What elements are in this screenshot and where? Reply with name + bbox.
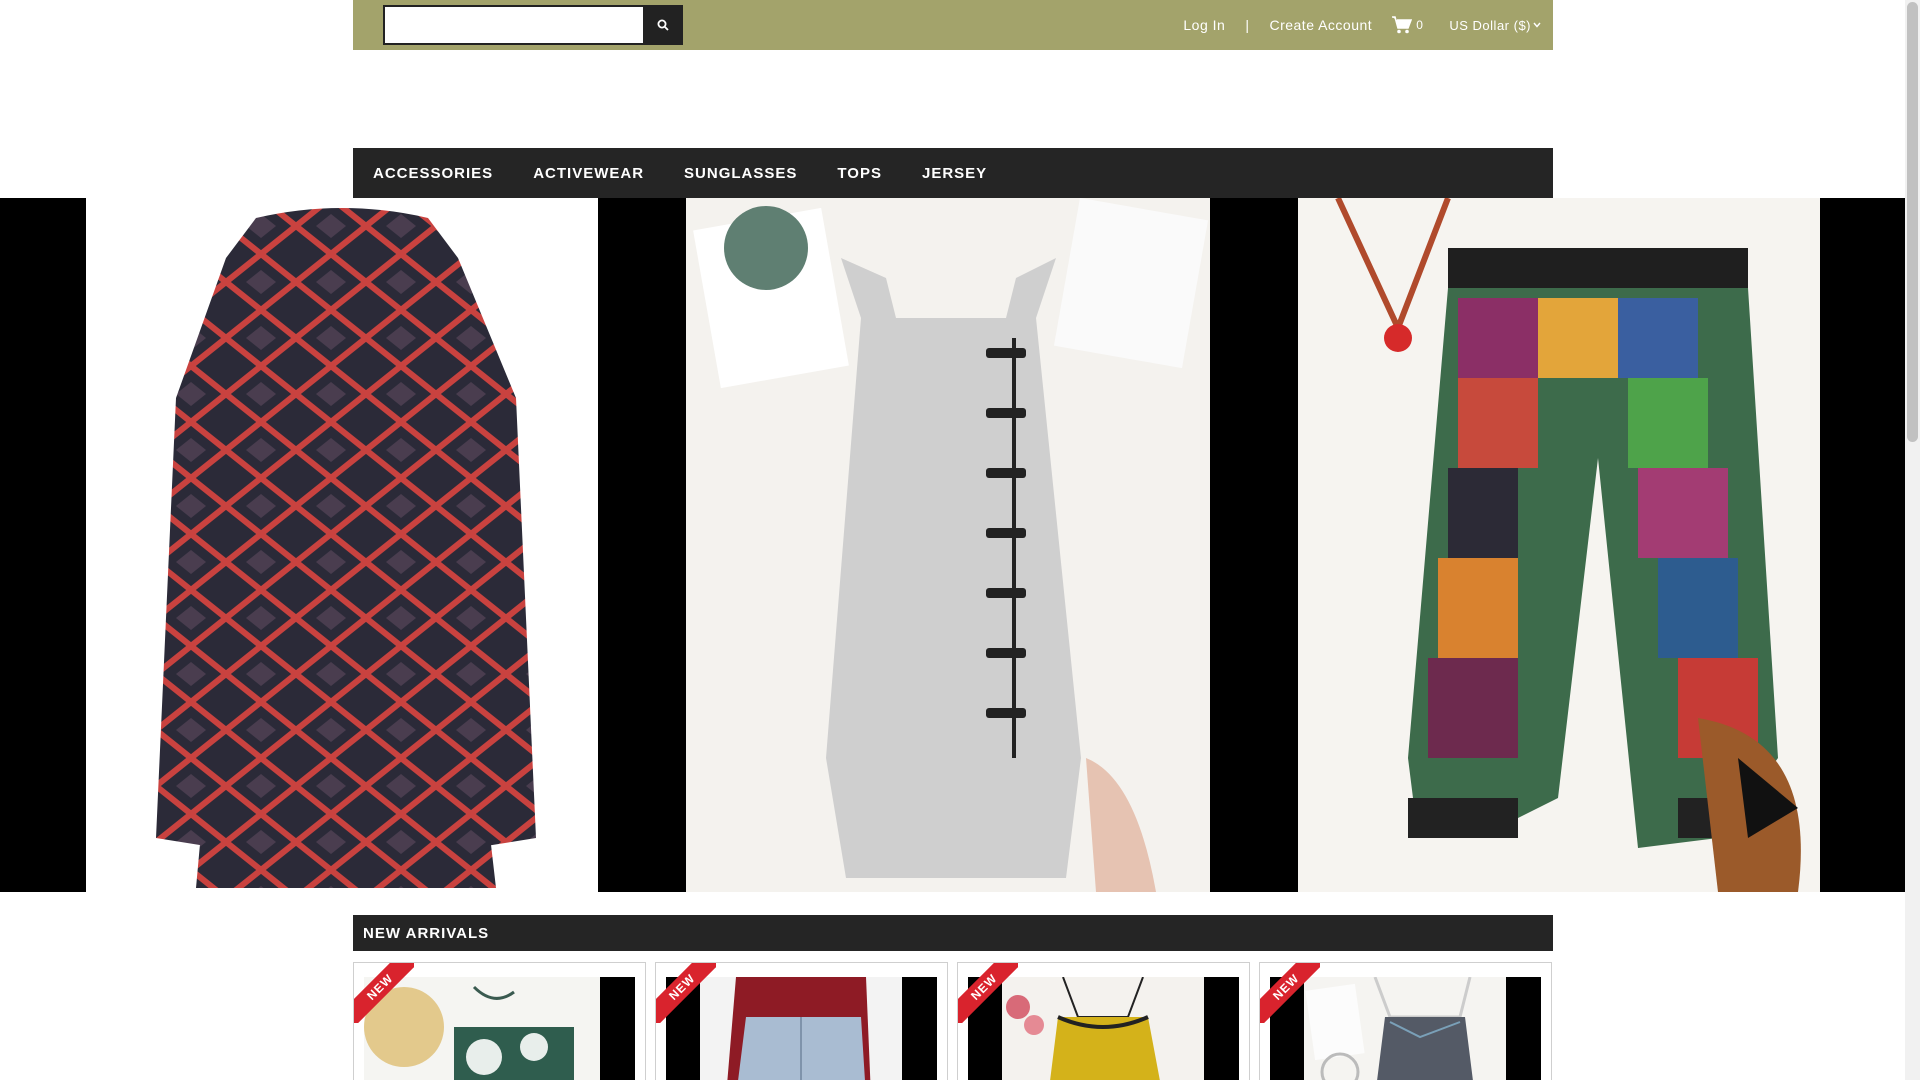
nav-item-activewear[interactable]: ACTIVEWEAR (533, 165, 644, 182)
top-bar: Log In | Create Account 0 US Dollar ($) (353, 0, 1553, 50)
currency-selector[interactable]: US Dollar ($) (1449, 18, 1541, 33)
product-card[interactable]: NEW (655, 962, 948, 1080)
product-card[interactable]: NEW (957, 962, 1250, 1080)
search-input[interactable] (383, 5, 648, 45)
search-icon (657, 19, 669, 31)
product-card[interactable]: NEW (353, 962, 646, 1080)
search-button[interactable] (643, 5, 683, 45)
new-badge: NEW (354, 963, 414, 1023)
new-badge: NEW (958, 963, 1018, 1023)
main-nav: ACCESSORIES ACTIVEWEAR SUNGLASSES TOPS J… (353, 148, 1553, 198)
hero-banner[interactable] (0, 198, 1905, 892)
currency-value: US Dollar ($) (1449, 17, 1531, 33)
scrollbar-thumb[interactable] (1907, 2, 1918, 442)
hero-grey-dress-image[interactable] (686, 198, 1210, 892)
cart-icon (1392, 16, 1413, 34)
hero-patchwork-pants-image[interactable] (1298, 198, 1820, 892)
page-scrollbar[interactable] (1905, 0, 1920, 1080)
product-card[interactable]: NEW (1259, 962, 1552, 1080)
new-arrivals-heading: NEW ARRIVALS (353, 915, 1553, 951)
chevron-down-icon (1533, 22, 1541, 28)
cart-count: 0 (1416, 18, 1424, 32)
create-account-link[interactable]: Create Account (1269, 17, 1372, 33)
link-separator: | (1245, 17, 1250, 33)
account-links: Log In | Create Account 0 US Dollar ($) (1183, 0, 1541, 50)
nav-item-accessories[interactable]: ACCESSORIES (373, 165, 493, 182)
cart-link[interactable]: 0 (1392, 16, 1423, 34)
nav-item-tops[interactable]: TOPS (837, 165, 882, 182)
nav-item-sunglasses[interactable]: SUNGLASSES (684, 165, 797, 182)
new-badge: NEW (1260, 963, 1320, 1023)
login-link[interactable]: Log In (1183, 17, 1225, 33)
product-grid: NEW NEW NEW NEW (353, 962, 1553, 1080)
hero-dress-image[interactable] (86, 198, 598, 892)
new-badge: NEW (656, 963, 716, 1023)
nav-item-jersey[interactable]: JERSEY (922, 165, 987, 182)
